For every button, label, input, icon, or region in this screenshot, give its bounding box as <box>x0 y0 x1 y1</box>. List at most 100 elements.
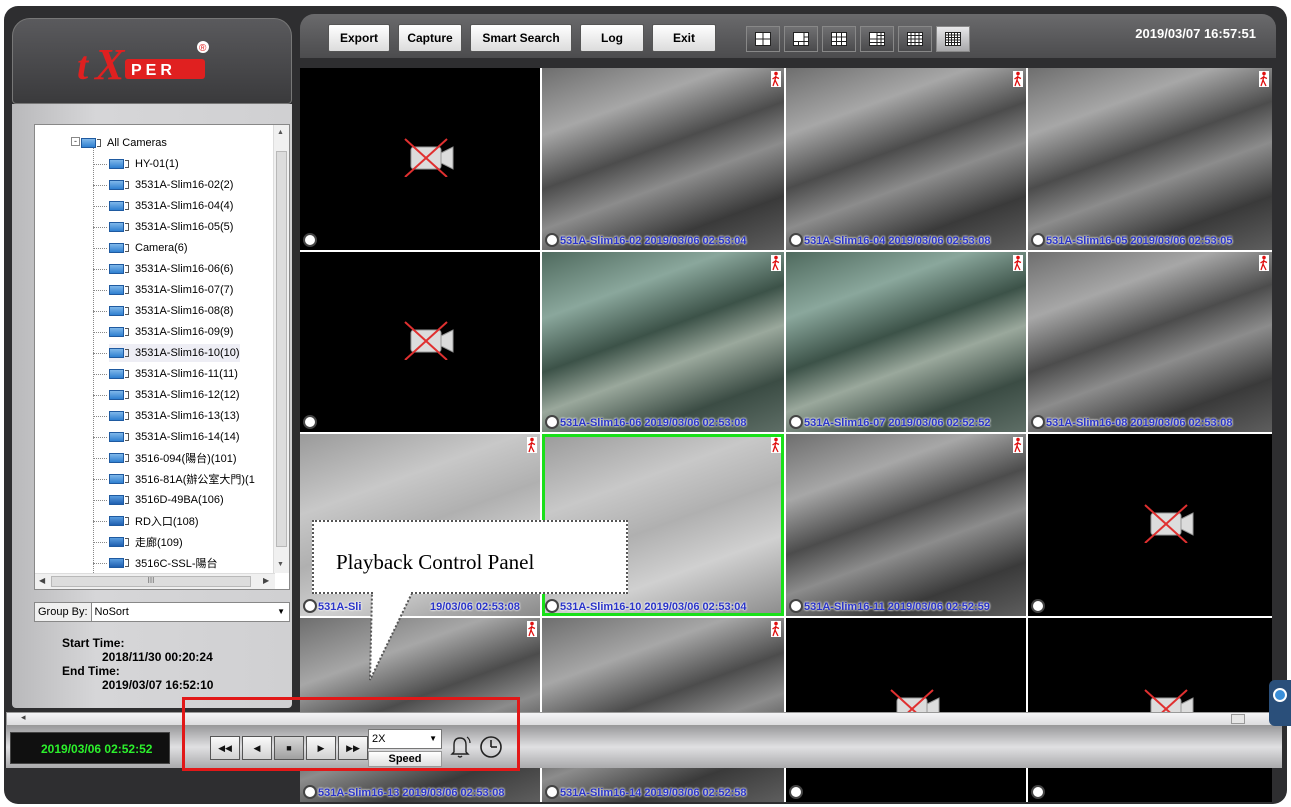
camera-tree-item[interactable]: 3516C-SSL-陽台 <box>109 554 218 572</box>
audio-icon[interactable] <box>303 233 317 247</box>
log-button[interactable]: Log <box>580 24 644 52</box>
collapse-toggle[interactable]: - <box>71 137 80 146</box>
tree-horizontal-scrollbar[interactable]: ◀ III ▶ <box>35 573 275 589</box>
video-tile[interactable] <box>300 252 540 432</box>
video-tile[interactable] <box>1028 618 1272 802</box>
video-tile[interactable]: 531A-Slim16-04 2019/03/06 02:53:08 <box>786 68 1026 250</box>
video-tile[interactable]: 531A-Slim16-08 2019/03/06 02:53:08 <box>1028 252 1272 432</box>
scroll-down-arrow[interactable]: ▼ <box>277 561 284 568</box>
camera-tree-item[interactable]: 3531A-Slim16-02(2) <box>109 176 233 194</box>
remote-support-tab[interactable] <box>1269 680 1291 726</box>
camera-tree-item[interactable]: 3516-094(陽台)(101) <box>109 449 237 467</box>
playback-timeline-slider[interactable]: ◂ <box>6 712 1282 726</box>
camera-tree-item[interactable]: 3531A-Slim16-14(14) <box>109 428 240 446</box>
scroll-right-arrow[interactable]: ▶ <box>263 576 269 585</box>
exit-button[interactable]: Exit <box>652 24 716 52</box>
video-tile[interactable] <box>786 618 1026 802</box>
camera-tree-item[interactable]: 3516-81A(辦公室大門)(1 <box>109 470 255 488</box>
video-tile[interactable]: 531A-Slim16-07 2019/03/06 02:52:52 <box>786 252 1026 432</box>
start-time-label: Start Time: <box>62 636 125 650</box>
video-tile[interactable]: 531A-Slim16-05 2019/03/06 02:53:05 <box>1028 68 1272 250</box>
svg-text:®: ® <box>199 43 207 54</box>
audio-icon[interactable] <box>789 233 803 247</box>
motion-alert-icon <box>527 621 537 637</box>
tree-root-all-cameras[interactable]: All Cameras <box>81 135 167 151</box>
motion-alert-icon <box>771 71 781 87</box>
audio-icon[interactable] <box>789 599 803 613</box>
speed-select[interactable]: 2X ▼ <box>368 729 442 749</box>
camera-tree-item[interactable]: 3531A-Slim16-04(4) <box>109 197 233 215</box>
camera-tree-item[interactable]: 3516D-49BA(106) <box>109 491 224 509</box>
video-tile[interactable] <box>300 68 540 250</box>
camera-tree-item[interactable]: 3531A-Slim16-09(9) <box>109 323 233 341</box>
video-tile[interactable] <box>1028 434 1272 616</box>
audio-icon[interactable] <box>303 785 317 799</box>
group-by-select[interactable]: NoSort ▼ <box>91 602 290 622</box>
camera-tree-item[interactable]: RD入口(108) <box>109 512 199 530</box>
scroll-left-arrow[interactable]: ◀ <box>39 576 45 585</box>
audio-icon[interactable] <box>789 785 803 799</box>
stop-icon: ■ <box>286 743 292 753</box>
video-caption: 531A-Slim16-05 2019/03/06 02:53:05 <box>1046 235 1233 247</box>
video-caption: 531A-Slim16-02 2019/03/06 02:53:04 <box>560 235 747 247</box>
video-tile[interactable]: 531A-Slim16-06 2019/03/06 02:53:08 <box>542 252 784 432</box>
camera-tree-item[interactable]: 3531A-Slim16-13(13) <box>109 407 240 425</box>
camera-tree-item[interactable]: 3531A-Slim16-10(10) <box>109 344 240 362</box>
video-tile[interactable]: 531A-Slim16-11 2019/03/06 02:52:59 <box>786 434 1026 616</box>
video-tile[interactable]: 531A-Slim16-02 2019/03/06 02:53:04 <box>542 68 784 250</box>
clock-icon[interactable] <box>478 734 504 760</box>
camera-tree-item[interactable]: 3531A-Slim16-07(7) <box>109 281 233 299</box>
capture-button[interactable]: Capture <box>398 24 462 52</box>
layout-5x5-button[interactable] <box>936 26 970 52</box>
video-caption: 531A-Slim16-13 2019/03/06 02:53:08 <box>318 787 505 799</box>
video-caption: 531A-Slim16-11 2019/03/06 02:52:59 <box>804 601 990 613</box>
audio-icon[interactable] <box>545 415 559 429</box>
step-back-icon: ◀ <box>253 742 261 753</box>
hscroll-thumb[interactable]: III <box>51 576 251 587</box>
export-button[interactable]: Export <box>328 24 390 52</box>
scroll-up-arrow[interactable]: ▲ <box>277 129 284 136</box>
camera-icon <box>109 389 131 401</box>
layout-3x3-button[interactable] <box>822 26 856 52</box>
audio-icon[interactable] <box>1031 785 1045 799</box>
camera-tree-item[interactable]: 走廊(109) <box>109 533 183 551</box>
layout-4x4-button[interactable] <box>898 26 932 52</box>
scroll-thumb[interactable] <box>276 151 287 547</box>
audio-icon[interactable] <box>545 599 559 613</box>
audio-icon[interactable] <box>545 233 559 247</box>
stop-button[interactable]: ■ <box>274 736 304 760</box>
layout-1plus7-button[interactable] <box>860 26 894 52</box>
audio-icon[interactable] <box>789 415 803 429</box>
camera-tree-item[interactable]: 3531A-Slim16-05(5) <box>109 218 233 236</box>
audio-icon[interactable] <box>1031 415 1045 429</box>
video-tile[interactable]: 531A-Slim16-14 2019/03/06 02:52:58 <box>542 618 784 802</box>
layout-2x2-button[interactable] <box>746 26 780 52</box>
audio-icon[interactable] <box>303 415 317 429</box>
rewind-icon: ◀◀ <box>218 742 232 753</box>
camera-tree-item[interactable]: 3531A-Slim16-06(6) <box>109 260 233 278</box>
camera-tree-item[interactable]: 3531A-Slim16-12(12) <box>109 386 240 404</box>
smart-search-button[interactable]: Smart Search <box>470 24 572 52</box>
camera-icon <box>109 263 131 275</box>
rewind-button[interactable]: ◀◀ <box>210 736 240 760</box>
timeline-left-arrow-icon[interactable]: ◂ <box>21 712 26 723</box>
audio-icon[interactable] <box>1031 233 1045 247</box>
no-camera-icon <box>404 321 454 360</box>
camera-group-icon <box>81 137 103 149</box>
camera-tree-item[interactable]: Camera(6) <box>109 239 188 257</box>
camera-icon <box>109 347 131 359</box>
alarm-bell-icon[interactable] <box>448 734 472 760</box>
tree-vertical-scrollbar[interactable]: ▲ ▼ <box>273 125 289 573</box>
audio-icon[interactable] <box>1031 599 1045 613</box>
audio-icon[interactable] <box>545 785 559 799</box>
step-back-button[interactable]: ◀ <box>242 736 272 760</box>
audio-icon[interactable] <box>303 599 317 613</box>
video-tile[interactable]: 531A-Slim16-13 2019/03/06 02:53:08 <box>300 618 540 802</box>
camera-tree-item[interactable]: 3531A-Slim16-11(11) <box>109 365 238 383</box>
layout-1plus5-button[interactable] <box>784 26 818 52</box>
timeline-thumb[interactable] <box>1231 714 1245 724</box>
camera-tree-item[interactable]: HY-01(1) <box>109 155 179 173</box>
play-button[interactable]: ▶ <box>306 736 336 760</box>
camera-tree-item[interactable]: 3531A-Slim16-08(8) <box>109 302 233 320</box>
fast-forward-button[interactable]: ▶▶ <box>338 736 368 760</box>
